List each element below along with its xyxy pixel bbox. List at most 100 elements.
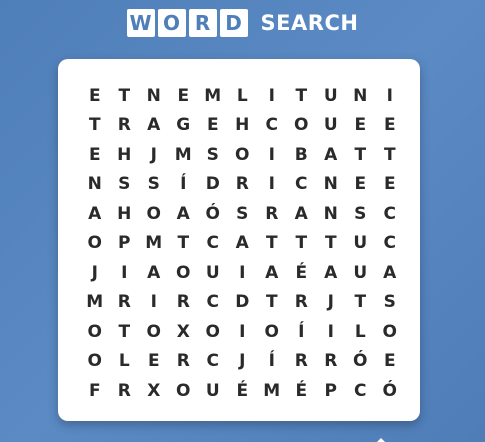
- grid-cell[interactable]: A: [169, 199, 199, 229]
- grid-cell[interactable]: O: [228, 140, 258, 170]
- grid-cell[interactable]: C: [198, 288, 228, 318]
- grid-cell[interactable]: U: [316, 81, 346, 111]
- grid-cell[interactable]: I: [228, 317, 258, 347]
- grid-cell[interactable]: T: [257, 229, 287, 259]
- grid-cell[interactable]: S: [346, 199, 376, 229]
- grid-cell[interactable]: A: [375, 258, 405, 288]
- grid-cell[interactable]: Ó: [198, 199, 228, 229]
- grid-cell[interactable]: R: [110, 111, 140, 141]
- grid-cell[interactable]: J: [80, 258, 110, 288]
- grid-cell[interactable]: N: [346, 81, 376, 111]
- grid-cell[interactable]: X: [139, 376, 169, 406]
- grid-cell[interactable]: N: [80, 170, 110, 200]
- grid-cell[interactable]: T: [316, 229, 346, 259]
- grid-cell[interactable]: Í: [169, 170, 199, 200]
- grid-cell[interactable]: P: [110, 229, 140, 259]
- grid-cell[interactable]: C: [257, 111, 287, 141]
- grid-cell[interactable]: E: [198, 111, 228, 141]
- grid-cell[interactable]: E: [80, 140, 110, 170]
- grid-cell[interactable]: C: [198, 229, 228, 259]
- grid-cell[interactable]: S: [139, 170, 169, 200]
- grid-cell[interactable]: A: [316, 140, 346, 170]
- letter-grid[interactable]: ETNEMLITUNITRAGEHCOUEEEHJMSOIBATTNSSÍDRI…: [80, 81, 398, 406]
- grid-cell[interactable]: Ó: [346, 347, 376, 377]
- grid-cell[interactable]: E: [346, 170, 376, 200]
- grid-cell[interactable]: O: [287, 111, 317, 141]
- grid-cell[interactable]: U: [346, 229, 376, 259]
- grid-cell[interactable]: T: [110, 317, 140, 347]
- grid-cell[interactable]: A: [80, 199, 110, 229]
- grid-cell[interactable]: T: [346, 288, 376, 318]
- grid-cell[interactable]: T: [287, 229, 317, 259]
- grid-cell[interactable]: I: [316, 317, 346, 347]
- grid-cell[interactable]: R: [287, 288, 317, 318]
- grid-cell[interactable]: O: [139, 199, 169, 229]
- grid-cell[interactable]: O: [80, 347, 110, 377]
- grid-cell[interactable]: I: [110, 258, 140, 288]
- grid-cell[interactable]: E: [139, 347, 169, 377]
- grid-cell[interactable]: I: [139, 288, 169, 318]
- grid-cell[interactable]: R: [110, 376, 140, 406]
- grid-cell[interactable]: N: [139, 81, 169, 111]
- grid-cell[interactable]: M: [198, 81, 228, 111]
- grid-cell[interactable]: A: [139, 258, 169, 288]
- grid-cell[interactable]: T: [287, 81, 317, 111]
- grid-cell[interactable]: N: [316, 199, 346, 229]
- grid-cell[interactable]: C: [375, 199, 405, 229]
- grid-cell[interactable]: R: [316, 347, 346, 377]
- grid-cell[interactable]: C: [346, 376, 376, 406]
- grid-cell[interactable]: O: [169, 258, 199, 288]
- grid-cell[interactable]: T: [346, 140, 376, 170]
- grid-cell[interactable]: O: [198, 317, 228, 347]
- grid-cell[interactable]: M: [257, 376, 287, 406]
- grid-cell[interactable]: T: [110, 81, 140, 111]
- grid-cell[interactable]: J: [228, 347, 258, 377]
- grid-cell[interactable]: I: [257, 140, 287, 170]
- grid-cell[interactable]: I: [257, 81, 287, 111]
- grid-cell[interactable]: L: [110, 347, 140, 377]
- grid-cell[interactable]: G: [169, 111, 199, 141]
- grid-cell[interactable]: Í: [287, 317, 317, 347]
- grid-cell[interactable]: E: [346, 111, 376, 141]
- grid-cell[interactable]: N: [316, 170, 346, 200]
- grid-cell[interactable]: U: [316, 111, 346, 141]
- grid-cell[interactable]: I: [228, 258, 258, 288]
- grid-cell[interactable]: S: [228, 199, 258, 229]
- grid-cell[interactable]: L: [228, 81, 258, 111]
- grid-cell[interactable]: R: [110, 288, 140, 318]
- grid-cell[interactable]: J: [139, 140, 169, 170]
- grid-cell[interactable]: A: [287, 199, 317, 229]
- grid-cell[interactable]: B: [287, 140, 317, 170]
- grid-cell[interactable]: I: [375, 81, 405, 111]
- grid-cell[interactable]: R: [169, 347, 199, 377]
- grid-cell[interactable]: R: [228, 170, 258, 200]
- grid-cell[interactable]: E: [375, 347, 405, 377]
- grid-cell[interactable]: O: [139, 317, 169, 347]
- grid-cell[interactable]: H: [110, 199, 140, 229]
- grid-cell[interactable]: T: [375, 140, 405, 170]
- grid-cell[interactable]: E: [169, 81, 199, 111]
- grid-cell[interactable]: M: [80, 288, 110, 318]
- grid-cell[interactable]: F: [80, 376, 110, 406]
- grid-cell[interactable]: O: [169, 376, 199, 406]
- grid-cell[interactable]: C: [375, 229, 405, 259]
- grid-cell[interactable]: S: [375, 288, 405, 318]
- grid-cell[interactable]: U: [198, 258, 228, 288]
- grid-cell[interactable]: P: [316, 376, 346, 406]
- grid-cell[interactable]: E: [375, 170, 405, 200]
- grid-cell[interactable]: C: [287, 170, 317, 200]
- grid-cell[interactable]: R: [257, 199, 287, 229]
- grid-cell[interactable]: A: [139, 111, 169, 141]
- grid-cell[interactable]: I: [257, 170, 287, 200]
- grid-cell[interactable]: R: [287, 347, 317, 377]
- grid-cell[interactable]: U: [346, 258, 376, 288]
- grid-cell[interactable]: E: [375, 111, 405, 141]
- grid-cell[interactable]: U: [198, 376, 228, 406]
- grid-cell[interactable]: T: [169, 229, 199, 259]
- grid-cell[interactable]: J: [316, 288, 346, 318]
- grid-cell[interactable]: O: [375, 317, 405, 347]
- grid-cell[interactable]: E: [80, 81, 110, 111]
- grid-cell[interactable]: T: [257, 288, 287, 318]
- grid-cell[interactable]: É: [287, 376, 317, 406]
- grid-cell[interactable]: X: [169, 317, 199, 347]
